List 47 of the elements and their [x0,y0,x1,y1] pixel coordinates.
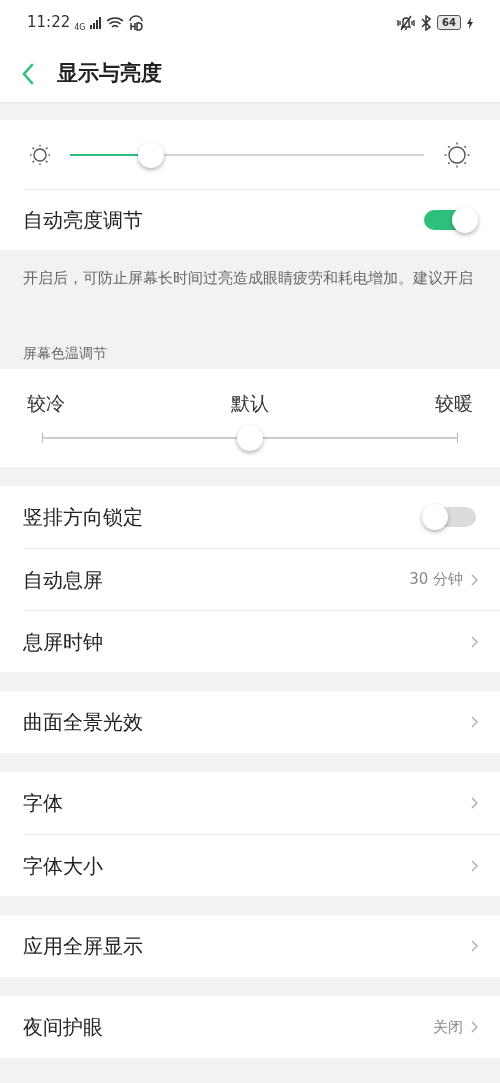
setting-value: 关闭 [433,1016,463,1038]
setting-label: 自动亮度调节 [23,207,143,234]
chevron-right-icon [471,573,478,586]
setting-label: 字体大小 [23,852,103,880]
chevron-right-icon [471,716,478,728]
setting-label: 息屏时钟 [23,628,103,656]
back-icon[interactable] [22,62,34,85]
setting-value: 30 分钟 [409,569,463,591]
setting-label: 字体 [23,790,63,817]
bluetooth-icon [421,14,432,31]
vibrate-icon [397,14,416,31]
battery-indicator: 64 [437,15,461,30]
setting-label: 竖排方向锁定 [23,504,143,531]
description-text: 开启后，可防止屏幕长时间过亮造成眼睛疲劳和耗电增加。建议开启 [23,269,474,288]
brightness-slider[interactable] [70,141,424,168]
sun-icon [30,144,50,165]
setting-label: 应用全屏显示 [23,933,143,960]
settings-row[interactable]: 息屏时钟 [23,610,500,672]
chevron-right-icon [471,940,478,952]
color-temperature-slider[interactable] [42,425,458,451]
page-title: 显示与亮度 [57,59,162,87]
settings-row[interactable]: 自动息屏 30 分钟 [23,548,500,610]
slider-thumb[interactable] [237,425,263,451]
chevron-right-icon [471,797,478,809]
settings-row[interactable]: 竖排方向锁定 [23,486,500,548]
chevron-right-icon [471,635,478,648]
chevron-right-icon [471,1021,478,1033]
setting-label: 曲面全景光效 [23,709,143,736]
signal-icon [89,16,102,29]
chevron-right-icon [471,859,478,872]
network-type: 4G [74,24,86,33]
section-heading: 屏幕色温调节 [23,344,107,363]
slider-thumb[interactable] [138,141,165,168]
setting-label: 自动息屏 [23,566,103,594]
hd-call-icon [127,14,144,31]
toggle-switch[interactable] [422,207,478,233]
wifi-icon [105,15,124,30]
temperature-label: 默认 [231,391,269,415]
settings-row[interactable]: 字体 [23,772,500,834]
setting-label: 夜间护眼 [23,1014,103,1041]
settings-row[interactable]: 字体大小 [23,834,500,896]
clock-time: 11:22 [27,12,71,34]
charging-icon [467,16,473,29]
temperature-label: 较暖 [435,391,473,415]
sun-icon [444,141,470,168]
toggle-switch[interactable] [422,504,478,530]
temperature-label: 较冷 [27,391,65,415]
